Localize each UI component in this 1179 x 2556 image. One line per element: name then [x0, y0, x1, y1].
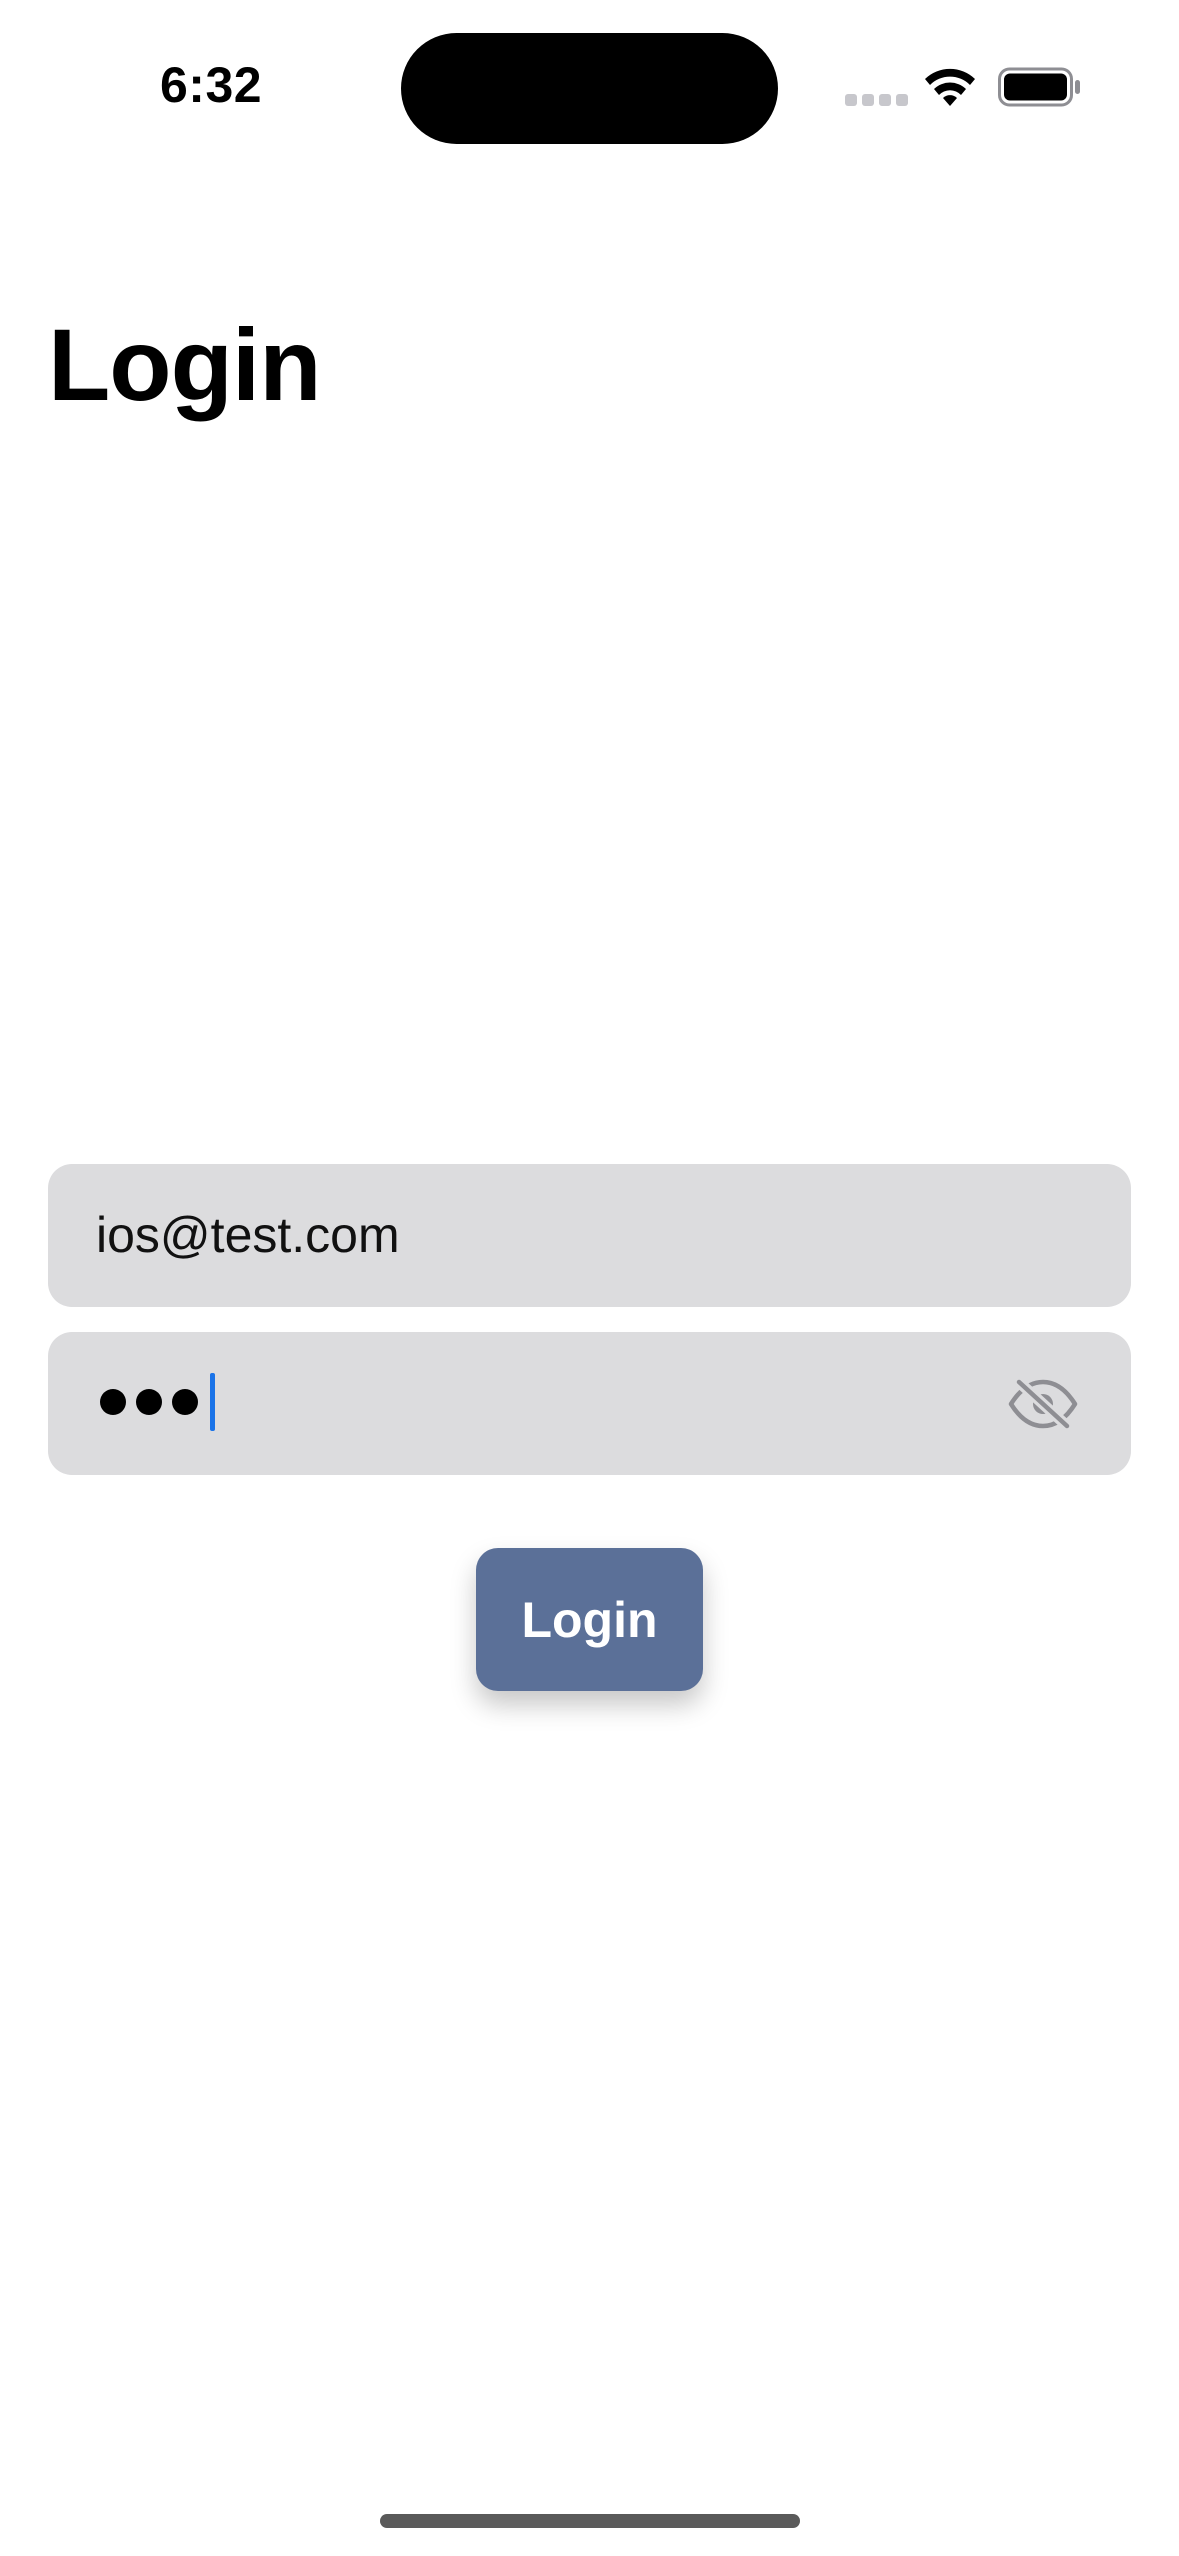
login-button[interactable]: Login [476, 1548, 703, 1691]
cellular-signal-icon [845, 94, 909, 108]
password-dot [172, 1389, 198, 1415]
home-indicator[interactable] [380, 2514, 800, 2528]
password-masked-value [100, 1373, 215, 1431]
text-cursor [210, 1373, 215, 1431]
status-time: 6:32 [160, 57, 263, 113]
password-dot [136, 1389, 162, 1415]
email-field[interactable]: ios@test.com [48, 1164, 1131, 1307]
dynamic-island [401, 33, 778, 144]
wifi-icon [925, 68, 975, 106]
password-field[interactable] [48, 1332, 1131, 1475]
eye-slash-icon[interactable] [1007, 1376, 1079, 1432]
status-bar: 6:32 [0, 0, 1179, 150]
password-dot [100, 1389, 126, 1415]
page-title: Login [48, 308, 322, 422]
battery-icon [998, 67, 1080, 107]
email-value: ios@test.com [96, 1207, 400, 1263]
